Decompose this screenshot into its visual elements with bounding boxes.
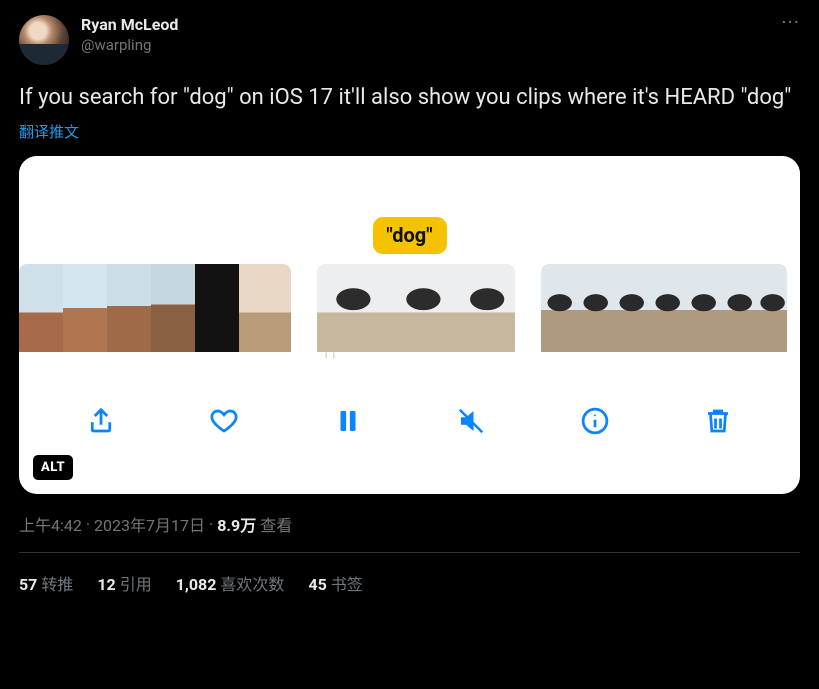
meta-view-label: 查看 — [260, 512, 292, 536]
trash-button[interactable] — [698, 401, 738, 441]
info-icon — [580, 406, 610, 436]
clip-frame — [317, 264, 387, 352]
clip-frame — [19, 264, 63, 352]
user-block[interactable]: Ryan McLeod @warpling — [81, 15, 769, 55]
tweet-stats: 57转推 12 引用 1,082喜欢次数 45 书签 — [19, 553, 800, 595]
media-whitespace: "dog" — [19, 156, 800, 258]
stat-label: 转推 — [41, 575, 73, 594]
stat-bookmarks[interactable]: 45 书签 — [308, 571, 362, 595]
stat-num: 45 — [308, 575, 326, 594]
share-button[interactable] — [81, 401, 121, 441]
clip-frame — [151, 264, 195, 352]
share-icon — [86, 406, 116, 436]
tweet: Ryan McLeod @warpling ··· If you search … — [0, 0, 819, 596]
display-name: Ryan McLeod — [81, 15, 769, 35]
stat-label: 喜欢次数 — [220, 575, 284, 594]
clip-group-2[interactable] — [317, 264, 515, 358]
meta-time[interactable]: 上午4:42 — [19, 512, 82, 536]
clip-frame — [613, 264, 649, 352]
stat-label: 引用 — [120, 575, 152, 594]
media-toolbar — [19, 358, 800, 494]
clip-frame — [577, 264, 613, 352]
stat-likes[interactable]: 1,082喜欢次数 — [176, 571, 285, 595]
info-button[interactable] — [575, 401, 615, 441]
mute-button[interactable] — [451, 401, 491, 441]
tweet-header: Ryan McLeod @warpling ··· — [19, 15, 800, 65]
meta-date[interactable]: 2023年7月17日 — [94, 512, 205, 536]
heart-icon — [209, 406, 239, 436]
stat-num: 1,082 — [176, 575, 217, 594]
translate-link[interactable]: 翻译推文 — [19, 121, 800, 142]
stat-retweets[interactable]: 57转推 — [19, 571, 73, 595]
meta-view-count: 8.9万 — [217, 512, 256, 536]
caption-pill: "dog" — [372, 217, 446, 254]
user-handle: @warpling — [81, 35, 769, 55]
clip-frame — [541, 264, 577, 352]
stat-quotes[interactable]: 12 引用 — [97, 571, 151, 595]
stat-num: 12 — [97, 575, 115, 594]
clip-frame — [757, 264, 787, 352]
clip-group-3[interactable] — [541, 264, 787, 358]
pause-icon — [333, 406, 363, 436]
clip-frame — [239, 264, 291, 352]
clip-frame — [685, 264, 721, 352]
mute-icon — [456, 406, 486, 436]
pause-button[interactable] — [328, 401, 368, 441]
alt-badge[interactable]: ALT — [33, 455, 73, 480]
tweet-media[interactable]: "dog" — [19, 156, 800, 494]
clip-frame — [63, 264, 107, 352]
meta-dot: · — [209, 515, 213, 534]
filmstrip[interactable] — [19, 258, 800, 358]
avatar[interactable] — [19, 15, 69, 65]
meta-dot: · — [86, 515, 90, 534]
clip-frame — [195, 264, 239, 352]
stat-num: 57 — [19, 575, 37, 594]
tweet-text: If you search for "dog" on iOS 17 it'll … — [19, 83, 800, 113]
like-button[interactable] — [204, 401, 244, 441]
clip-frame — [649, 264, 685, 352]
clip-frame — [721, 264, 757, 352]
clip-frame — [457, 264, 515, 352]
more-button[interactable]: ··· — [781, 15, 800, 27]
clip-frame — [387, 264, 457, 352]
clip-group-1[interactable] — [19, 264, 291, 358]
trash-icon — [703, 406, 733, 436]
stat-label: 书签 — [331, 575, 363, 594]
tweet-meta: 上午4:42 · 2023年7月17日 · 8.9万 查看 — [19, 512, 800, 536]
clip-frame — [107, 264, 151, 352]
